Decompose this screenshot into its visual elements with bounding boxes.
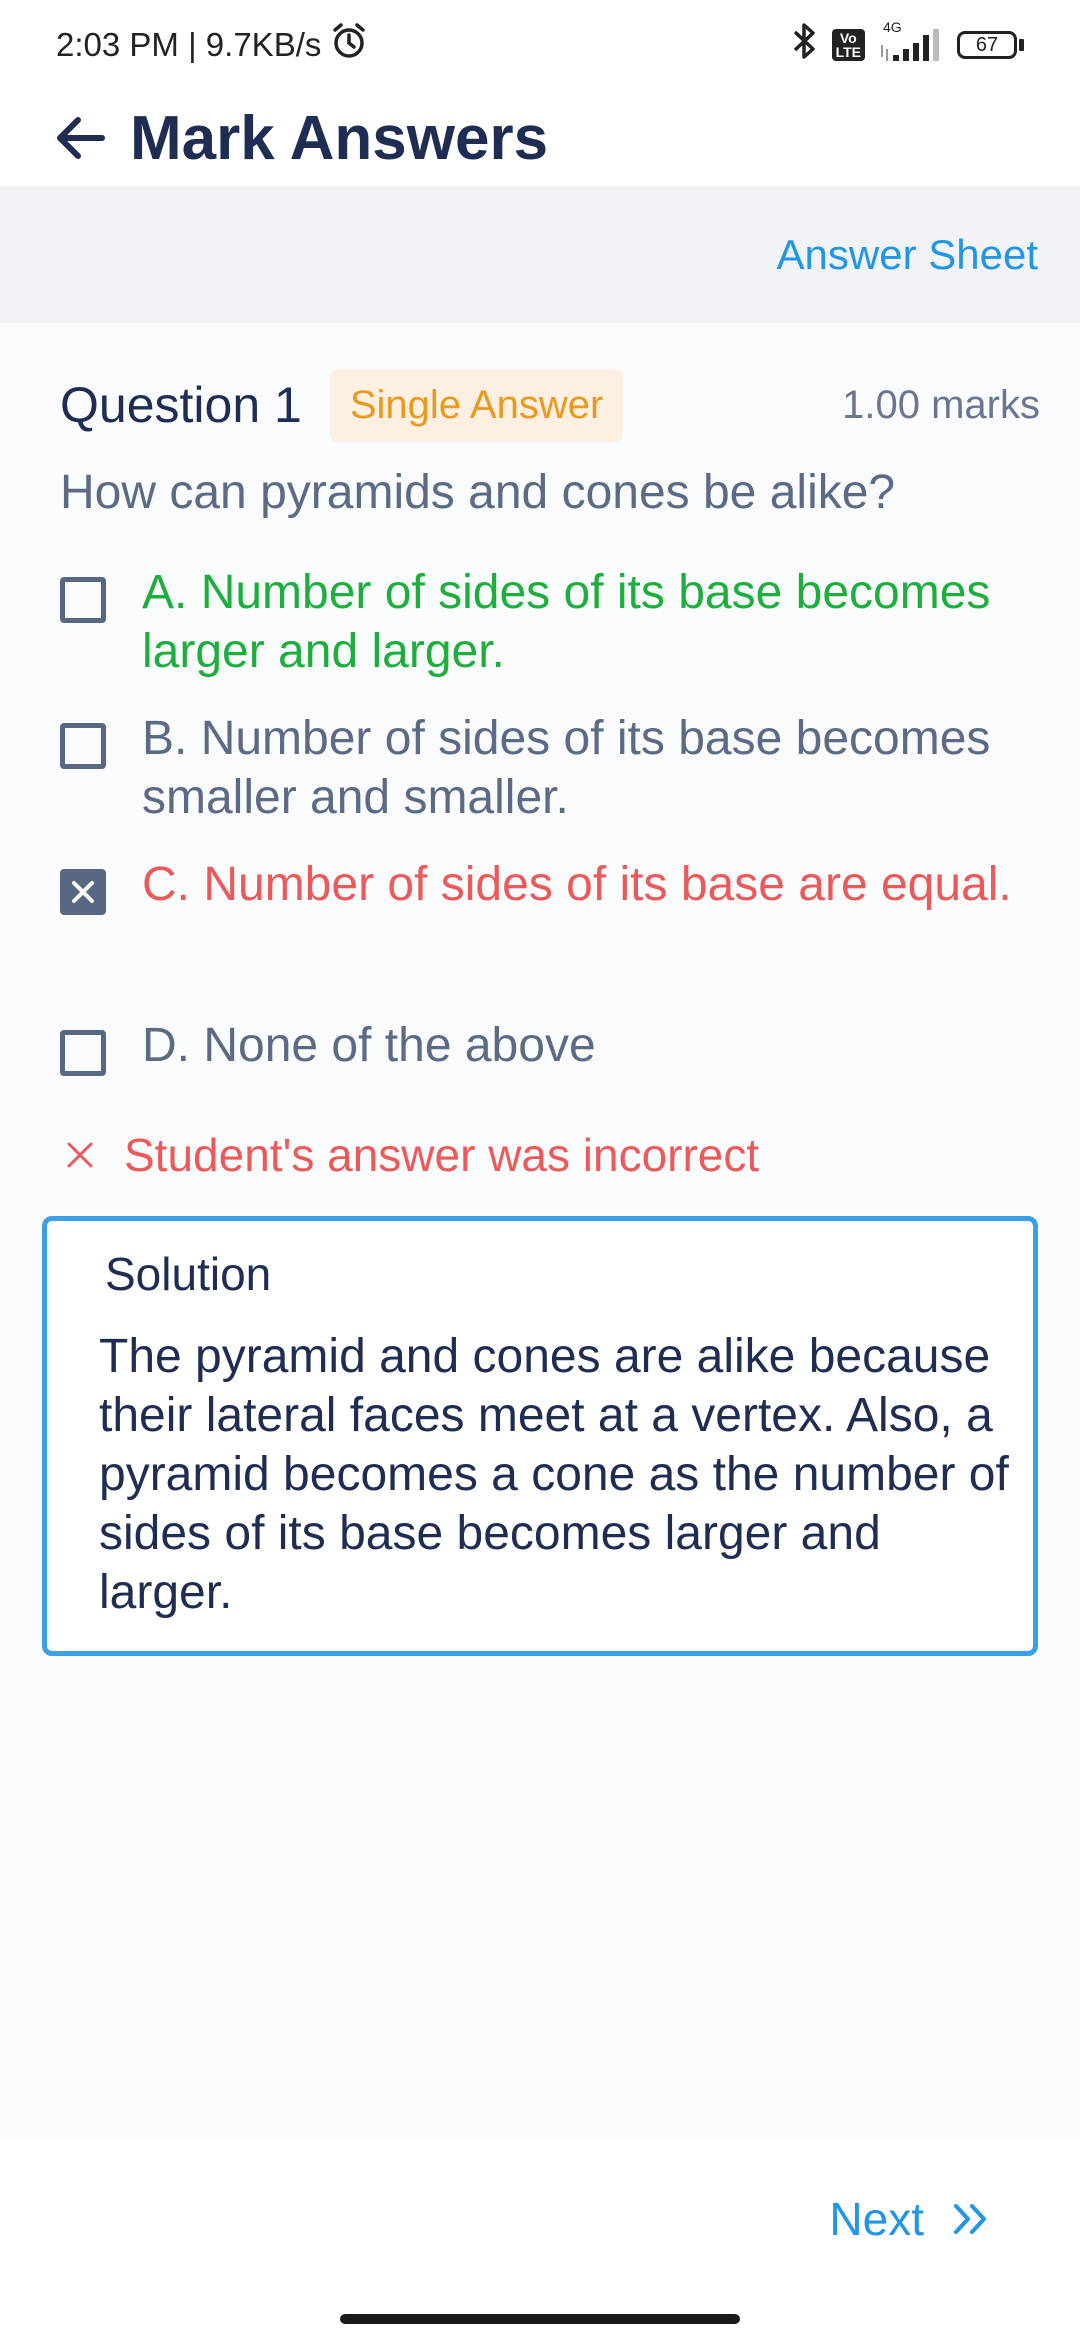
network-type: 4G [883, 19, 902, 35]
back-button[interactable] [50, 108, 110, 168]
option-b-checkbox[interactable] [60, 723, 106, 769]
battery-level: 67 [957, 31, 1017, 59]
app-header: Mark Answers [0, 90, 1080, 186]
footer: Next [0, 2140, 1080, 2340]
result-message: Student's answer was incorrect [66, 1128, 759, 1182]
battery-tip [1019, 39, 1024, 51]
option-c-checkbox[interactable] [60, 869, 106, 915]
option-a-label: A. Number of sides of its base becomes l… [142, 566, 991, 678]
status-time: 2:03 PM | 9.7KB/s [56, 26, 322, 63]
double-chevron-right-icon [952, 2202, 990, 2236]
next-button[interactable]: Next [829, 2192, 990, 2246]
close-icon [72, 881, 94, 903]
question-content: Question 1 Single Answer 1.00 marks How … [0, 323, 1080, 2140]
volte-icon: Vo LTE [831, 29, 865, 61]
option-b[interactable]: B. Number of sides of its base becomes s… [60, 709, 1020, 827]
home-indicator[interactable] [340, 2314, 740, 2324]
question-text: How can pyramids and cones be alike? [60, 466, 896, 519]
next-label: Next [829, 2193, 924, 2245]
result-text: Student's answer was incorrect [124, 1129, 760, 1181]
question-header: Question 1 Single Answer 1.00 marks [60, 365, 1040, 445]
answer-sheet-button[interactable]: Answer Sheet [777, 231, 1038, 279]
option-a-checkbox[interactable] [60, 577, 106, 623]
battery-icon: 67 [957, 31, 1024, 59]
page-title: Mark Answers [130, 103, 549, 173]
question-marks: 1.00 marks [842, 382, 1040, 427]
alarm-icon [329, 21, 369, 69]
bluetooth-icon [792, 21, 818, 69]
option-d-checkbox[interactable] [60, 1030, 106, 1076]
question-type-badge: Single Answer [329, 368, 624, 442]
status-right: Vo LTE 4G 67 [792, 19, 1024, 69]
solution-box: Solution The pyramid and cones are alike… [42, 1216, 1038, 1656]
status-left: 2:03 PM | 9.7KB/s [56, 21, 369, 69]
option-d-label: D. None of the above [142, 1019, 596, 1072]
arrow-left-icon [57, 117, 105, 159]
solution-text: The pyramid and cones are alike because … [99, 1330, 1009, 1619]
option-b-label: B. Number of sides of its base becomes s… [142, 712, 991, 824]
status-bar: 2:03 PM | 9.7KB/s Vo LTE 4G 67 [0, 0, 1080, 90]
option-d[interactable]: D. None of the above [60, 1016, 1020, 1076]
answer-sheet-bar: Answer Sheet [0, 186, 1080, 323]
close-icon [67, 1142, 93, 1168]
signal-icon: 4G [879, 19, 943, 63]
option-a[interactable]: A. Number of sides of its base becomes l… [60, 563, 1020, 681]
option-c[interactable]: C. Number of sides of its base are equal… [60, 855, 1020, 915]
option-c-label: C. Number of sides of its base are equal… [142, 858, 1012, 911]
solution-title: Solution [105, 1248, 272, 1300]
question-number: Question 1 [60, 377, 302, 433]
